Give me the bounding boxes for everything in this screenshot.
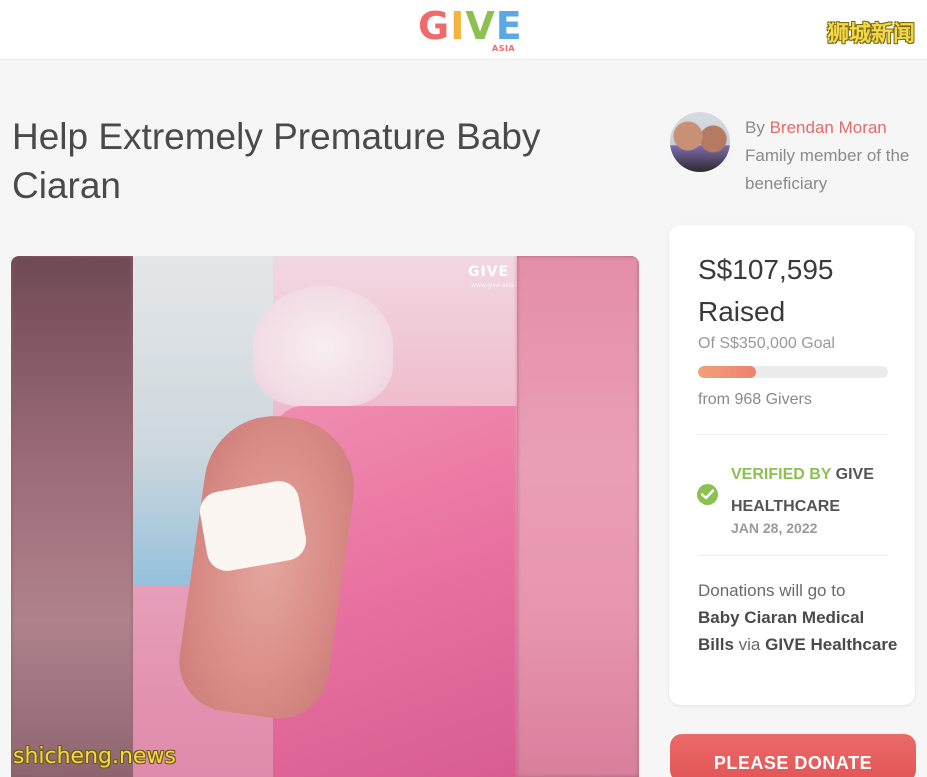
organizer-avatar[interactable] [670,112,730,172]
goal-text: Of S$350,000 Goal [698,335,835,352]
by-label: By [745,118,765,137]
amount-value: S$107,595 [698,254,834,285]
verified-check-icon [697,484,718,505]
progress-bar-fill [698,366,757,378]
dest-via: via [738,635,761,654]
photo-blur-right [517,256,639,777]
organizer-relation: Family member of the beneficiary [745,146,910,193]
verified-badge: VERIFIED BY GIVE HEALTHCARE [731,459,901,523]
donation-destination: Donations will go to Baby Ciaran Medical… [698,577,898,658]
raised-label: Raised [698,296,786,327]
organizer-info: By Brendan Moran Family member of the be… [670,112,920,202]
photo-center [133,256,517,777]
logo-asia-label: ASIA [492,44,516,53]
site-watermark: 狮城新闻 [826,22,915,47]
logo-letters: GIVE [418,4,523,48]
photo-give-watermark: GIVE [468,264,510,280]
verified-by-label: VERIFIED BY [731,466,832,483]
donation-summary-card: S$107,595 Raised Of S$350,000 Goal from … [669,225,915,705]
dest-prefix: Donations will go to [698,581,846,600]
give-asia-logo[interactable]: GIVE ASIA [418,6,528,54]
photo-give-watermark-sub: www.give.asia [471,282,514,289]
amount-raised: S$107,595 Raised [698,249,898,333]
please-donate-button[interactable]: PLEASE DONATE [670,734,916,777]
organizer-name-link[interactable]: Brendan Moran [770,118,887,137]
photo-blur-left [11,256,133,777]
baby-hat-shape [253,286,393,406]
divider [698,434,888,435]
verified-date: JAN 28, 2022 [731,520,818,536]
campaign-photo[interactable]: GIVE www.give.asia [11,256,639,777]
top-bar: GIVE ASIA 狮城新闻 [0,0,927,60]
dest-org[interactable]: GIVE Healthcare [765,635,897,654]
progress-bar [698,366,888,378]
givers-count: from 968 Givers [698,391,812,408]
divider [698,555,888,556]
organizer-text: By Brendan Moran Family member of the be… [745,114,920,198]
campaign-title: Help Extremely Premature Baby Ciaran [12,116,541,206]
footer-watermark: shicheng.news [13,744,176,769]
